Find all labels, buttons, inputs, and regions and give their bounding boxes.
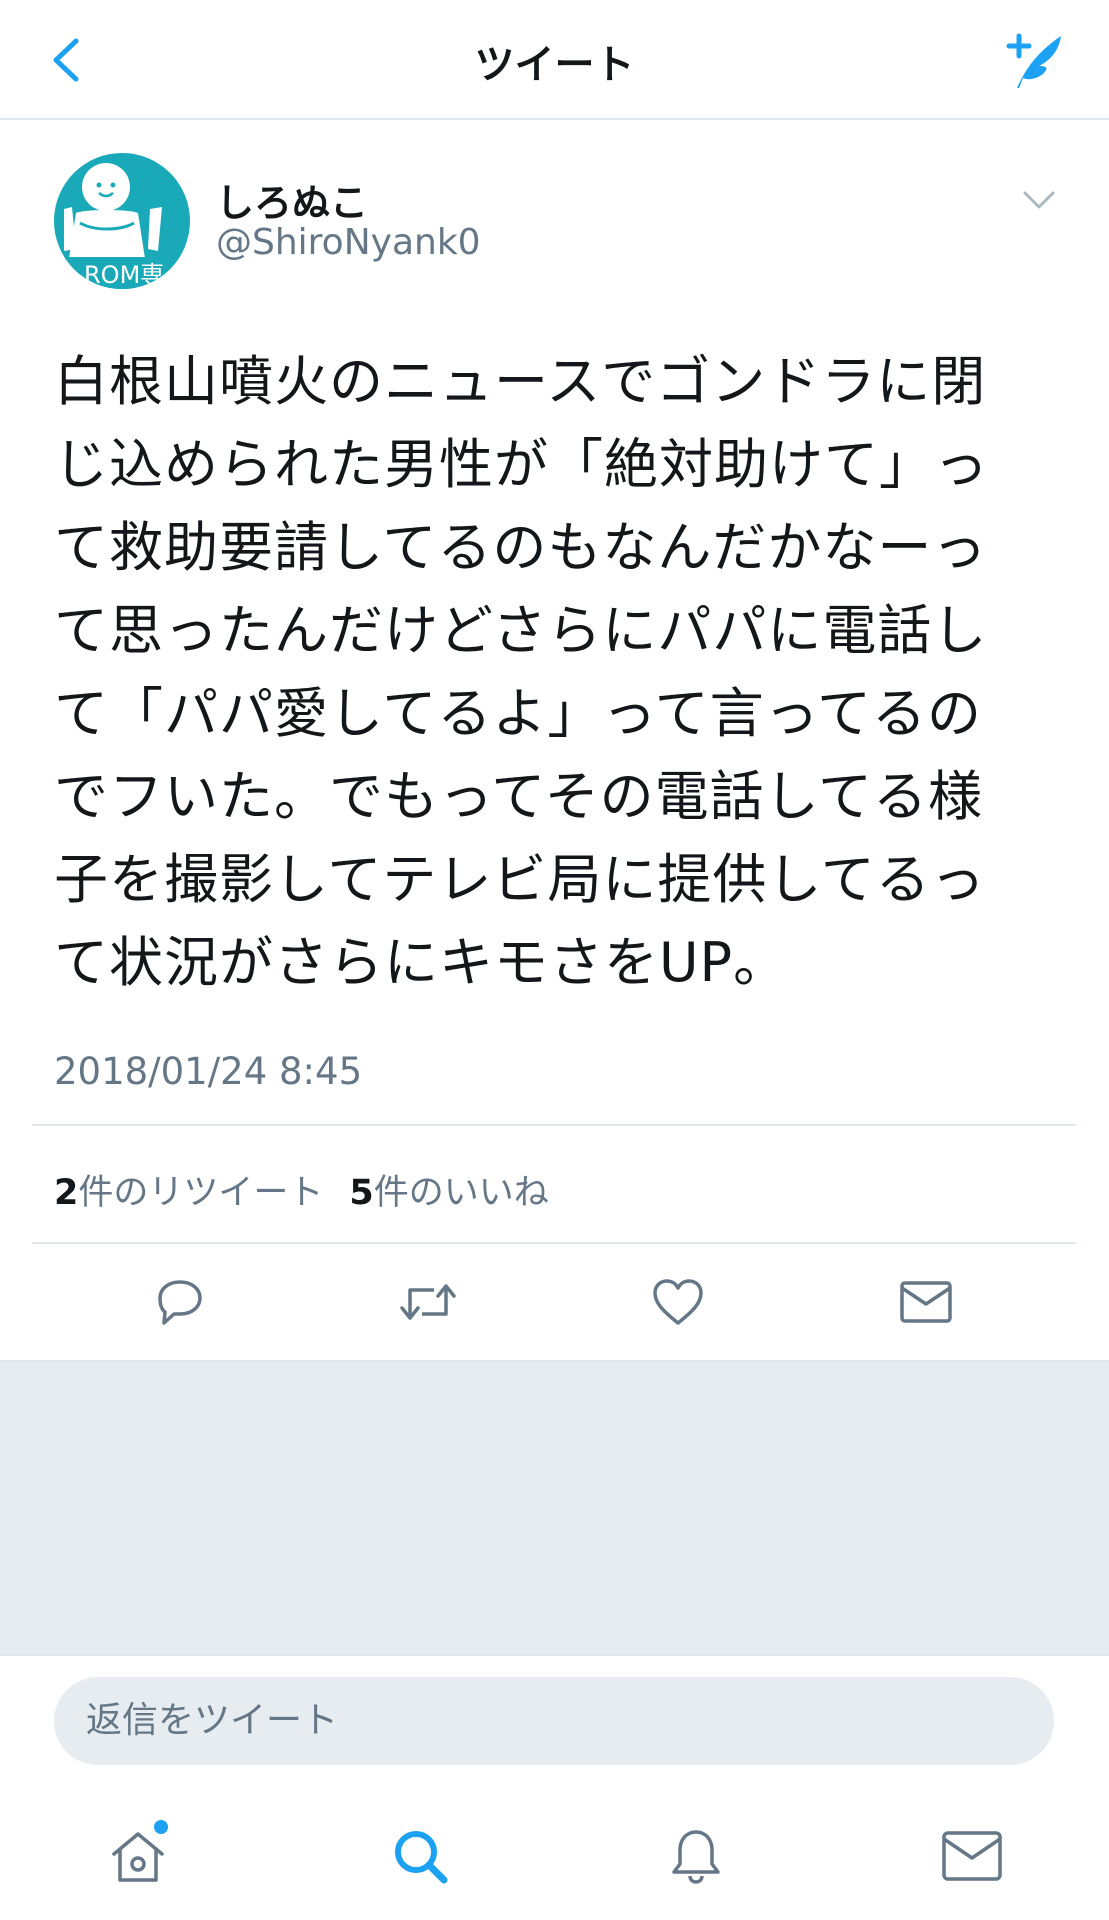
- avatar-image: ROM専: [54, 153, 190, 289]
- reply-input[interactable]: 返信をツイート: [54, 1677, 1054, 1765]
- envelope-icon: [942, 1831, 1002, 1881]
- tweet-text-line: じ込められた男性が「絶対助けて」っ: [54, 433, 989, 496]
- divider: [32, 1124, 1076, 1126]
- tweet-options-button[interactable]: [1019, 185, 1059, 215]
- tweet-text-line: 子を撮影してテレビ局に提供してるっ: [54, 848, 986, 911]
- tweet-text-line: て「パパ愛してるよ」って言ってるの: [54, 682, 982, 745]
- retweet-stat-label: 件のリツイート: [78, 1173, 324, 1213]
- tweet-text-line: でフいた。でもってその電話してる様: [54, 765, 984, 828]
- direct-message-button[interactable]: [894, 1270, 958, 1334]
- retweet-count: 2: [54, 1173, 79, 1213]
- tweet-text-line: て救助要請してるのもなんだかなーっ: [54, 516, 988, 579]
- bell-icon: [672, 1830, 720, 1884]
- tweet-text-line: て状況がさらにキモさをUP。: [54, 931, 789, 994]
- engagement-stats: 2件のリツイート 5件のいいね: [54, 1164, 549, 1215]
- divider: [32, 1242, 1076, 1244]
- tweet-text: 白根山噴火のニュースでゴンドラに閉 じ込められた男性が「絶対助けて」っ て救助要…: [54, 340, 1064, 1004]
- page-title: ツイート: [474, 42, 635, 88]
- search-icon: [395, 1831, 448, 1884]
- avatar-label: ROM専: [84, 261, 164, 289]
- display-name[interactable]: しろぬこ: [216, 172, 368, 227]
- like-count: 5: [349, 1173, 374, 1213]
- top-nav-bar: ツイート: [0, 0, 1109, 120]
- like-button[interactable]: [646, 1270, 710, 1334]
- reply-icon: [158, 1280, 202, 1325]
- user-handle[interactable]: @ShiroNyank0: [216, 222, 481, 263]
- compose-tweet-icon: [1006, 33, 1061, 88]
- notification-dot: [154, 1820, 168, 1834]
- heart-icon: [653, 1279, 703, 1325]
- retweet-icon: [400, 1284, 456, 1320]
- tab-notifications[interactable]: [656, 1816, 736, 1896]
- bottom-tab-bar: [0, 1786, 1109, 1920]
- tweet-actions: [0, 1270, 1109, 1334]
- reply-bar: 返信をツイート: [0, 1654, 1109, 1786]
- tab-home[interactable]: [98, 1816, 178, 1896]
- tab-search[interactable]: [380, 1816, 460, 1896]
- like-stat-label: 件のいいね: [373, 1173, 549, 1213]
- reply-button[interactable]: [148, 1270, 212, 1334]
- compose-tweet-button[interactable]: [1003, 30, 1065, 92]
- tweet-timestamp: 2018/01/24 8:45: [54, 1050, 363, 1093]
- tweet-text-line: て思ったんだけどさらにパパに電話し: [54, 599, 988, 662]
- chevron-down-icon: [1023, 191, 1055, 209]
- avatar[interactable]: ROM専: [54, 153, 190, 289]
- replies-area: [0, 1360, 1109, 1654]
- retweet-button[interactable]: [396, 1270, 460, 1334]
- like-stat[interactable]: 5件のいいね: [349, 1164, 548, 1215]
- tweet-text-line: 白根山噴火のニュースでゴンドラに閉: [54, 350, 987, 413]
- retweet-stat[interactable]: 2件のリツイート: [54, 1164, 323, 1215]
- tab-messages[interactable]: [932, 1816, 1012, 1896]
- envelope-icon: [900, 1281, 952, 1323]
